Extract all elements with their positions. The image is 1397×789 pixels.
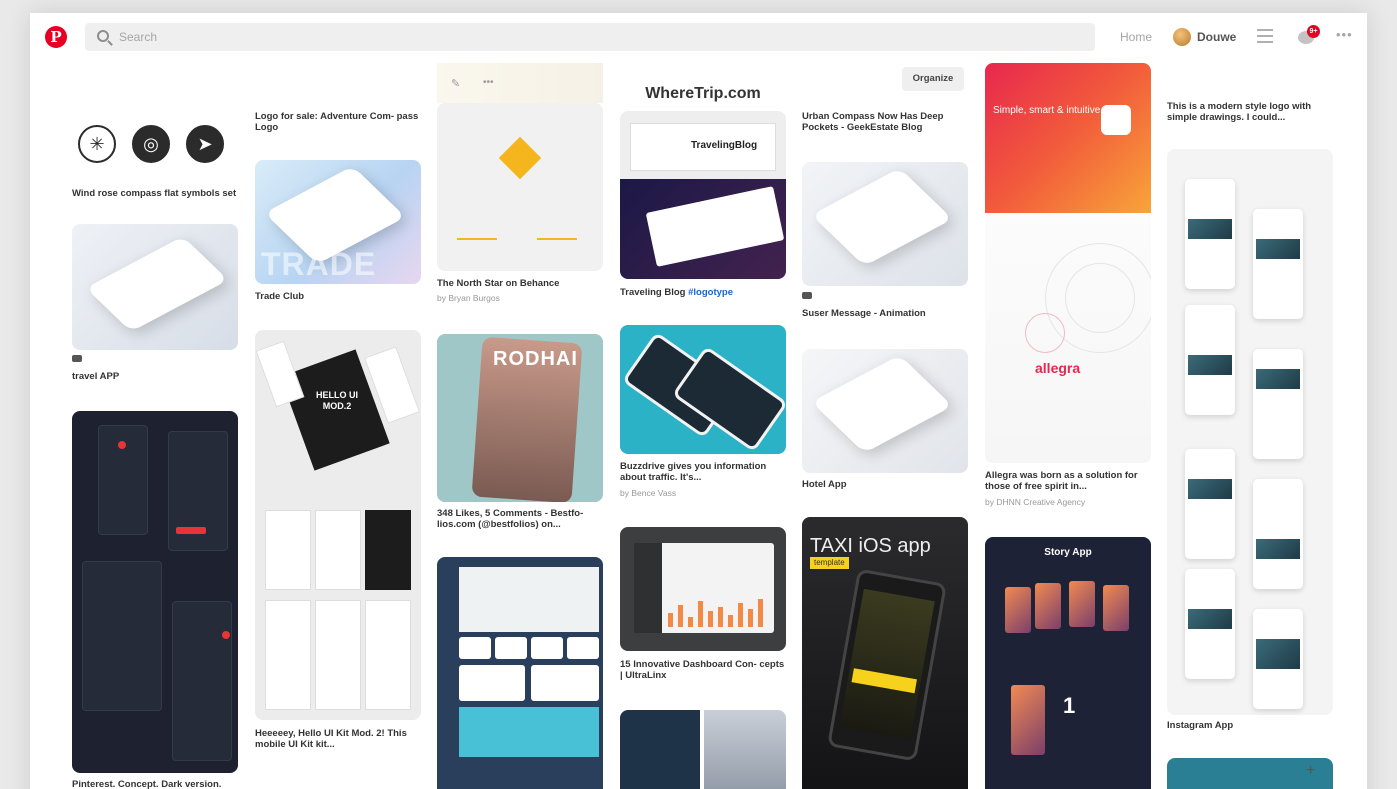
- trade-image-text: TRADE: [261, 246, 377, 282]
- story-app-image-number: 1: [1063, 693, 1076, 718]
- pin-image-traveling-blog-card[interactable]: [620, 179, 786, 279]
- wind-rose-icon: ✳: [78, 125, 116, 163]
- pin-subtitle: by Bence Vass: [620, 488, 677, 498]
- pin-title[interactable]: travel APP: [72, 371, 238, 382]
- home-link[interactable]: Home: [1120, 30, 1152, 44]
- north-star-logo-icon: [498, 136, 542, 180]
- organize-button[interactable]: Organize: [902, 67, 964, 91]
- more-options-icon[interactable]: •••: [1336, 27, 1353, 42]
- avatar: [1173, 28, 1191, 46]
- pin-image-blue-dashboard[interactable]: [437, 557, 603, 789]
- pin-image-story-app[interactable]: Story App 1: [985, 537, 1151, 789]
- rodha-image-text: RODHAI: [493, 348, 578, 370]
- search-input[interactable]: [119, 29, 1019, 45]
- gif-badge-icon: [802, 292, 812, 299]
- pin-title[interactable]: Trade Club: [255, 291, 421, 302]
- pin-toolbar: ✎ •••: [437, 63, 603, 103]
- notification-badge: 9+: [1307, 25, 1320, 38]
- pin-title[interactable]: Suser Message - Animation: [802, 308, 968, 319]
- gif-badge-icon: [72, 355, 82, 362]
- pin-image-dashboard-concepts[interactable]: [620, 527, 786, 651]
- search-bar[interactable]: [85, 23, 1095, 51]
- pin-title[interactable]: Hotel App: [802, 479, 968, 490]
- pin-title[interactable]: Logo for sale: Adventure Com- pass Logo: [255, 111, 421, 133]
- browser-window: P Home Douwe 9+ ••• ✳ ◎ ➤ Wind rose comp…: [30, 13, 1367, 789]
- menu-icon[interactable]: [1257, 29, 1273, 43]
- top-nav-bar: P Home Douwe 9+ •••: [30, 13, 1367, 63]
- more-icon[interactable]: •••: [483, 77, 494, 88]
- pin-header-wheretrip[interactable]: WhereTrip.com: [620, 63, 786, 111]
- compass-icon: ◎: [132, 125, 170, 163]
- messages-icon[interactable]: 9+: [1298, 25, 1320, 45]
- edit-pencil-icon[interactable]: ✎: [451, 77, 460, 90]
- pin-image-rodha[interactable]: RODHAI: [437, 334, 603, 502]
- traveling-blog-image-text: TravelingBlog: [691, 140, 758, 151]
- search-icon: [97, 30, 109, 42]
- profile-link[interactable]: Douwe: [1173, 27, 1236, 47]
- pin-image-trade-club[interactable]: TRADE: [255, 160, 421, 284]
- pin-title[interactable]: The North Star on Behance: [437, 278, 603, 289]
- pin-image-traveling-blog-logo[interactable]: TravelingBlog: [620, 111, 786, 179]
- pin-image-hotel-app[interactable]: [802, 349, 968, 473]
- pin-image-suser-message[interactable]: [802, 162, 968, 286]
- pin-title[interactable]: 348 Likes, 5 Comments - Bestfo- lios.com…: [437, 508, 603, 530]
- pin-title[interactable]: This is a modern style logo with simple …: [1167, 101, 1333, 123]
- pin-image-compass[interactable]: ✳ ◎ ➤: [72, 111, 238, 175]
- add-pin-icon[interactable]: +: [1306, 762, 1315, 780]
- pin-title[interactable]: 15 Innovative Dashboard Con- cepts | Ult…: [620, 659, 786, 681]
- hashtag-link[interactable]: #logotype: [688, 287, 733, 298]
- pin-image-travel-app[interactable]: [72, 224, 238, 350]
- pin-title[interactable]: Allegra was born as a solution for those…: [985, 470, 1151, 492]
- pin-image-bottom[interactable]: [620, 710, 786, 789]
- allegra-image-text: Simple, smart & intuitive: [993, 105, 1101, 116]
- pin-title-text: Traveling Blog: [620, 287, 686, 298]
- pin-image-taxi-app[interactable]: TAXI iOS app template: [802, 517, 968, 789]
- taxi-image-tag: template: [810, 557, 849, 569]
- pinterest-logo-icon[interactable]: P: [45, 26, 67, 48]
- navigation-arrow-icon: ➤: [186, 125, 224, 163]
- pin-title[interactable]: Pinterest. Concept. Dark version.: [72, 779, 238, 789]
- story-app-image-title: Story App: [1044, 547, 1092, 558]
- allegra-logo-icon: [1101, 105, 1131, 135]
- pin-title[interactable]: Buzzdrive gives you information about tr…: [620, 461, 786, 483]
- pin-title[interactable]: Urban Compass Now Has Deep Pockets - Gee…: [802, 111, 968, 133]
- pin-image-north-star[interactable]: [437, 103, 603, 271]
- pin-title[interactable]: Wind rose compass flat symbols set: [72, 188, 238, 199]
- allegra-brand-text: allegra: [1035, 360, 1081, 376]
- hello-ui-image-text: HELLO UI MOD.2: [316, 390, 358, 411]
- pin-title[interactable]: Heeeeey, Hello UI Kit Mod. 2! This mobil…: [255, 728, 421, 750]
- pin-title[interactable]: Traveling Blog #logotype: [620, 287, 786, 298]
- pin-image-hello-ui-kit[interactable]: HELLO UI MOD.2: [255, 330, 421, 720]
- pin-image-buzzdrive[interactable]: [620, 325, 786, 454]
- user-name: Douwe: [1197, 30, 1237, 44]
- pin-subtitle: by Bryan Burgos: [437, 293, 500, 303]
- taxi-image-title: TAXI iOS app: [810, 535, 931, 557]
- pin-subtitle: by DHNN Creative Agency: [985, 497, 1086, 507]
- pin-image-allegra[interactable]: Simple, smart & intuitive allegra: [985, 63, 1151, 463]
- pin-toolbar: Organize: [802, 63, 968, 103]
- wheretrip-title: WhereTrip.com: [645, 85, 761, 102]
- pin-image-instagram-app[interactable]: [1167, 149, 1333, 715]
- pin-title[interactable]: Instagram App: [1167, 720, 1333, 731]
- pin-image-dark-concept[interactable]: [72, 411, 238, 773]
